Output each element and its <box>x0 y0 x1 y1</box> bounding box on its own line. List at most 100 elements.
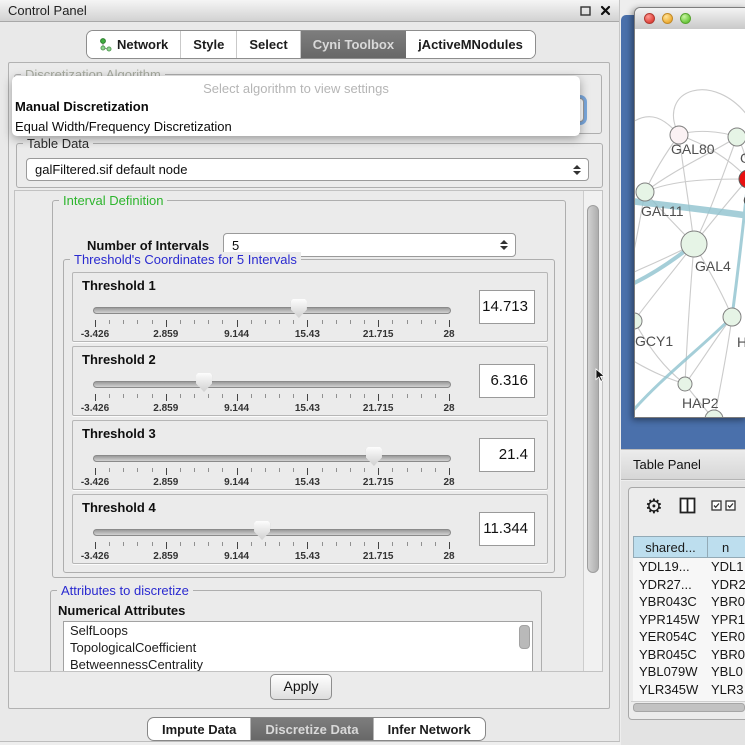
table-hscrollbar-thumb[interactable] <box>633 703 745 712</box>
table-rows[interactable]: YDL19...YDL1 YDR27...YDR2 YBR043CYBR0 YP… <box>633 558 745 701</box>
tick-mark <box>392 542 393 546</box>
table-row[interactable]: YDR27...YDR2 <box>633 576 745 594</box>
tick-mark <box>222 542 223 546</box>
slider-thumb[interactable] <box>196 373 212 392</box>
dropdown-option-manual-discretization[interactable]: Manual Discretization <box>12 97 580 117</box>
table-row[interactable]: YBL079WYBL0 <box>633 663 745 681</box>
checkbox-icon[interactable] <box>711 500 722 511</box>
tick-mark <box>208 394 209 398</box>
checkbox-icon[interactable] <box>725 500 736 511</box>
tab-impute-data[interactable]: Impute Data <box>148 718 251 740</box>
tab-select[interactable]: Select <box>237 31 300 58</box>
threshold-value-field[interactable]: 21.4 <box>479 438 535 472</box>
threshold-1-slider[interactable]: -3.4262.8599.14415.4321.71528 <box>93 299 451 339</box>
threshold-value-field[interactable]: 6.316 <box>479 364 535 398</box>
network-graph[interactable] <box>635 29 745 417</box>
network-window-titlebar[interactable] <box>635 8 745 30</box>
node-gal4[interactable] <box>681 231 707 257</box>
threshold-3-slider[interactable]: -3.4262.8599.14415.4321.71528 <box>93 447 451 487</box>
tick-mark <box>435 468 436 472</box>
table-hscrollbar-track[interactable] <box>631 701 745 712</box>
tab-label: Network <box>117 37 168 52</box>
slider-scale-labels: -3.4262.8599.14415.4321.71528 <box>95 551 449 563</box>
slider-thumb[interactable] <box>254 521 270 540</box>
tick-mark <box>407 468 408 472</box>
tick-mark <box>293 394 294 398</box>
tab-style[interactable]: Style <box>181 31 237 58</box>
node-g[interactable] <box>728 128 745 146</box>
tab-network[interactable]: Network <box>87 31 181 58</box>
network-view-window: GAL80 G. C GAL11 GAL4 GCY1 H HAP2 <box>634 7 745 418</box>
thresholds-group: Threshold's Coordinates for 5 Intervals … <box>63 259 555 573</box>
slider-thumb[interactable] <box>366 447 382 466</box>
node-gcy1[interactable] <box>635 313 642 329</box>
tick-mark <box>194 320 195 324</box>
slider-thumb[interactable] <box>291 299 307 318</box>
network-canvas[interactable]: GAL80 G. C GAL11 GAL4 GCY1 H HAP2 <box>635 29 745 417</box>
close-traffic-light[interactable] <box>644 13 655 24</box>
threshold-value-field[interactable]: 11.344 <box>479 512 535 546</box>
list-scrollbar-thumb[interactable] <box>519 625 530 649</box>
zoom-traffic-light[interactable] <box>680 13 691 24</box>
tick-mark <box>449 468 450 475</box>
node-selected-red[interactable] <box>739 170 745 188</box>
tick-mark <box>421 542 422 546</box>
control-panel-titlebar[interactable]: Control Panel <box>0 0 619 22</box>
tab-discretize-data[interactable]: Discretize Data <box>251 718 373 740</box>
split-columns-icon[interactable] <box>679 497 696 514</box>
tick-mark <box>449 320 450 327</box>
list-item[interactable]: BetweennessCentrality <box>64 656 532 672</box>
table-panel-titlebar[interactable]: Table Panel <box>621 449 745 480</box>
scale-label: 2.859 <box>153 551 178 562</box>
tick-mark <box>109 542 110 546</box>
mouse-cursor <box>595 368 606 383</box>
list-item[interactable]: SelfLoops <box>64 622 532 639</box>
gear-icon[interactable]: ⚙ <box>645 494 663 519</box>
table-data-combobox[interactable]: galFiltered.sif default node <box>26 158 589 181</box>
tab-infer-network[interactable]: Infer Network <box>374 718 485 740</box>
threshold-4-slider[interactable]: -3.4262.8599.14415.4321.71528 <box>93 521 451 561</box>
scale-label: 21.715 <box>363 551 394 562</box>
cell: YBL0 <box>706 664 743 679</box>
column-header-name[interactable]: n <box>707 536 745 558</box>
tick-mark <box>251 468 252 472</box>
cell: YDL19... <box>633 559 706 574</box>
slider-ticks <box>95 320 449 328</box>
table-row[interactable]: YBR045CYBR0 <box>633 646 745 664</box>
slider-scale-labels: -3.4262.8599.14415.4321.71528 <box>95 477 449 489</box>
attributes-group: Attributes to discretize Numerical Attri… <box>50 590 542 672</box>
float-window-icon[interactable] <box>580 6 591 16</box>
node-gal11[interactable] <box>636 183 654 201</box>
dropdown-option-equal-width[interactable]: Equal Width/Frequency Discretization <box>12 117 580 137</box>
tick-mark <box>208 468 209 472</box>
cell: YER054C <box>633 629 706 644</box>
tick-mark <box>322 394 323 398</box>
node-h[interactable] <box>723 308 741 326</box>
table-panel-inner: ⚙ shared... n YDL19...YDL1 YDR27...YDR2 … <box>628 487 745 720</box>
settings-scrollbar-track[interactable] <box>583 191 602 671</box>
table-row[interactable]: YPR145WYPR1 <box>633 611 745 629</box>
tab-cyni-toolbox[interactable]: Cyni Toolbox <box>301 31 406 58</box>
table-row[interactable]: YDL19...YDL1 <box>633 558 745 576</box>
tick-mark <box>265 320 266 324</box>
tab-jactivemnodules[interactable]: jActiveMNodules <box>406 31 535 58</box>
numerical-attributes-list[interactable]: SelfLoops TopologicalCoefficient Between… <box>63 621 533 672</box>
scale-label: 15.43 <box>295 329 320 340</box>
table-row[interactable]: YLR345WYLR3 <box>633 681 745 699</box>
settings-scrollbar-thumb[interactable] <box>587 205 599 573</box>
tick-mark <box>95 542 96 549</box>
close-icon[interactable] <box>600 5 611 16</box>
thresholds-group-title: Threshold's Coordinates for 5 Intervals <box>70 252 301 267</box>
tick-mark <box>364 468 365 472</box>
apply-button[interactable]: Apply <box>270 674 332 700</box>
minimize-traffic-light[interactable] <box>662 13 673 24</box>
cell: YBL079W <box>633 664 706 679</box>
column-header-shared-name[interactable]: shared... <box>633 536 707 558</box>
threshold-2-slider[interactable]: -3.4262.8599.14415.4321.71528 <box>93 373 451 413</box>
node-hap2[interactable] <box>678 377 692 391</box>
table-row[interactable]: YBR043CYBR0 <box>633 593 745 611</box>
threshold-value-field[interactable]: 14.713 <box>479 290 535 324</box>
scale-label: 28 <box>443 329 454 340</box>
list-item[interactable]: TopologicalCoefficient <box>64 639 532 656</box>
table-row[interactable]: YER054CYER0 <box>633 628 745 646</box>
